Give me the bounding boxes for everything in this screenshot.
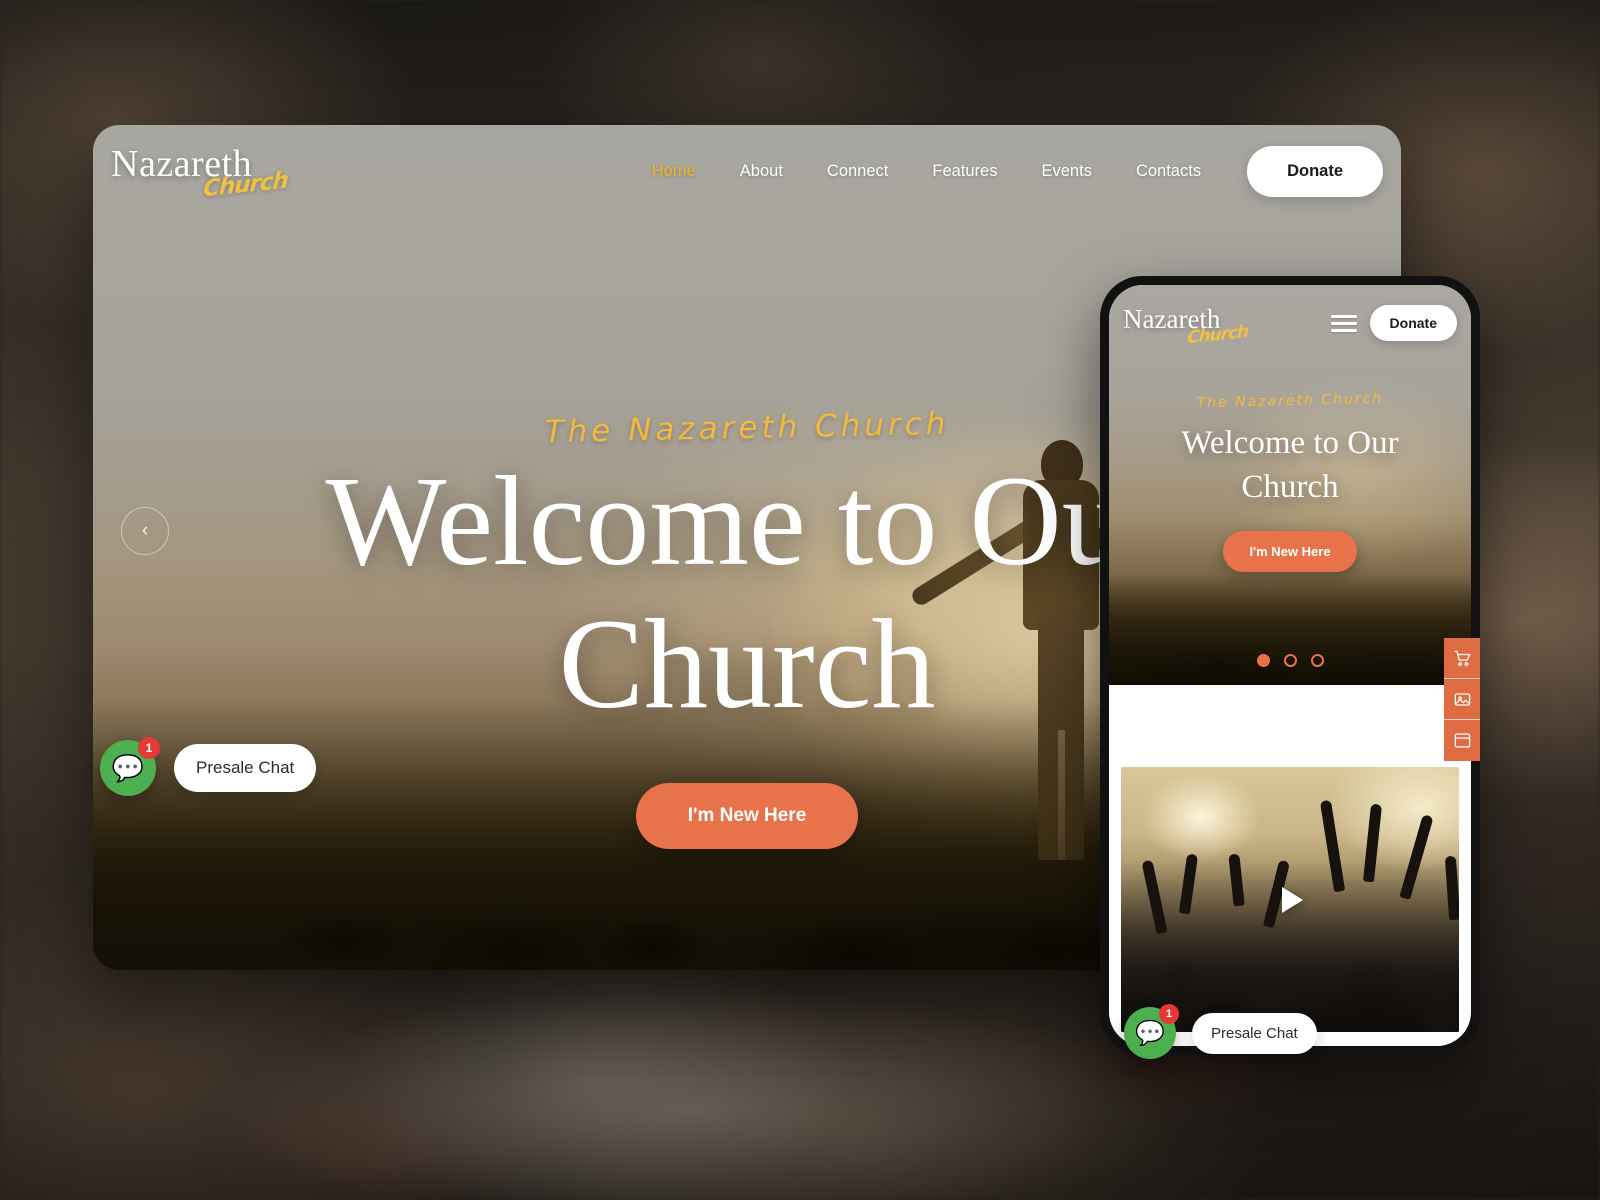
chat-bubble-button[interactable]: 💬 1 [100,737,160,796]
mobile-hero-background: Nazareth Church Donate The Nazareth Chur… [1109,285,1471,685]
nav-item-about[interactable]: About [718,152,805,191]
im-new-here-button[interactable]: I'm New Here [635,782,859,849]
nav-item-events[interactable]: Events [1020,152,1114,191]
chat-icon: 💬 [111,752,145,783]
mobile-site-logo[interactable]: Nazareth Church [1117,298,1287,348]
carousel-dot-2[interactable] [1283,654,1297,667]
desktop-chat-widget[interactable]: 💬 1 Presale Chat [100,737,317,796]
mobile-hero-title: Welcome to Our Church [1181,425,1399,506]
mobile-hero-copy: The Nazareth Church Welcome to Our Churc… [1109,391,1471,573]
cart-icon [1454,650,1471,666]
side-tab-window[interactable] [1444,720,1480,761]
mobile-donate-button[interactable]: Donate [1369,305,1457,341]
nav-item-features[interactable]: Features [910,152,1019,191]
mobile-carousel-dots [1109,654,1471,667]
mobile-hero-foreground [1109,575,1471,685]
mobile-screen: Nazareth Church Donate The Nazareth Chur… [1109,285,1471,1046]
hamburger-icon[interactable] [1330,311,1357,336]
nav-item-connect[interactable]: Connect [805,152,910,191]
play-icon[interactable] [1263,873,1317,927]
desktop-navbar: Nazareth Church Home About Connect Featu… [93,125,1401,217]
mobile-chat-label-pill[interactable]: Presale Chat [1192,1012,1317,1054]
mobile-chat-unread-badge: 1 [1159,1004,1179,1024]
mobile-preview-frame: Nazareth Church Donate The Nazareth Chur… [1100,276,1480,1055]
mobile-chat-bubble-button[interactable]: 💬 1 [1124,1004,1179,1059]
side-tab-cart[interactable] [1444,638,1480,679]
carousel-dot-3[interactable] [1310,654,1324,667]
nav-item-home[interactable]: Home [630,152,718,191]
chat-label-pill[interactable]: Presale Chat [174,744,317,792]
desktop-nav-links: Home About Connect Features Events Conta… [630,145,1383,197]
side-action-tabs [1444,638,1480,761]
chat-unread-badge: 1 [138,737,160,759]
nav-item-contacts[interactable]: Contacts [1114,152,1223,191]
mobile-navbar: Nazareth Church Donate [1109,285,1471,361]
mobile-hero-script-label: The Nazareth Church [1196,390,1384,412]
mobile-im-new-here-button[interactable]: I'm New Here [1223,531,1357,573]
window-icon [1454,733,1470,748]
chevron-left-icon: ‹ [141,520,149,541]
mobile-nav-actions: Donate [1330,305,1457,341]
mobile-video-thumbnail[interactable] [1121,767,1459,1032]
donate-button[interactable]: Donate [1247,145,1383,197]
site-logo[interactable]: Nazareth Church [105,136,405,206]
mobile-chat-widget[interactable]: 💬 1 Presale Chat [1124,1004,1317,1059]
chat-icon: 💬 [1135,1019,1165,1047]
carousel-prev-button[interactable]: ‹ [121,507,169,555]
mobile-section-spacer [1109,685,1471,767]
carousel-dot-1[interactable] [1256,654,1270,667]
side-tab-gallery[interactable] [1444,679,1480,720]
image-icon [1454,692,1470,706]
